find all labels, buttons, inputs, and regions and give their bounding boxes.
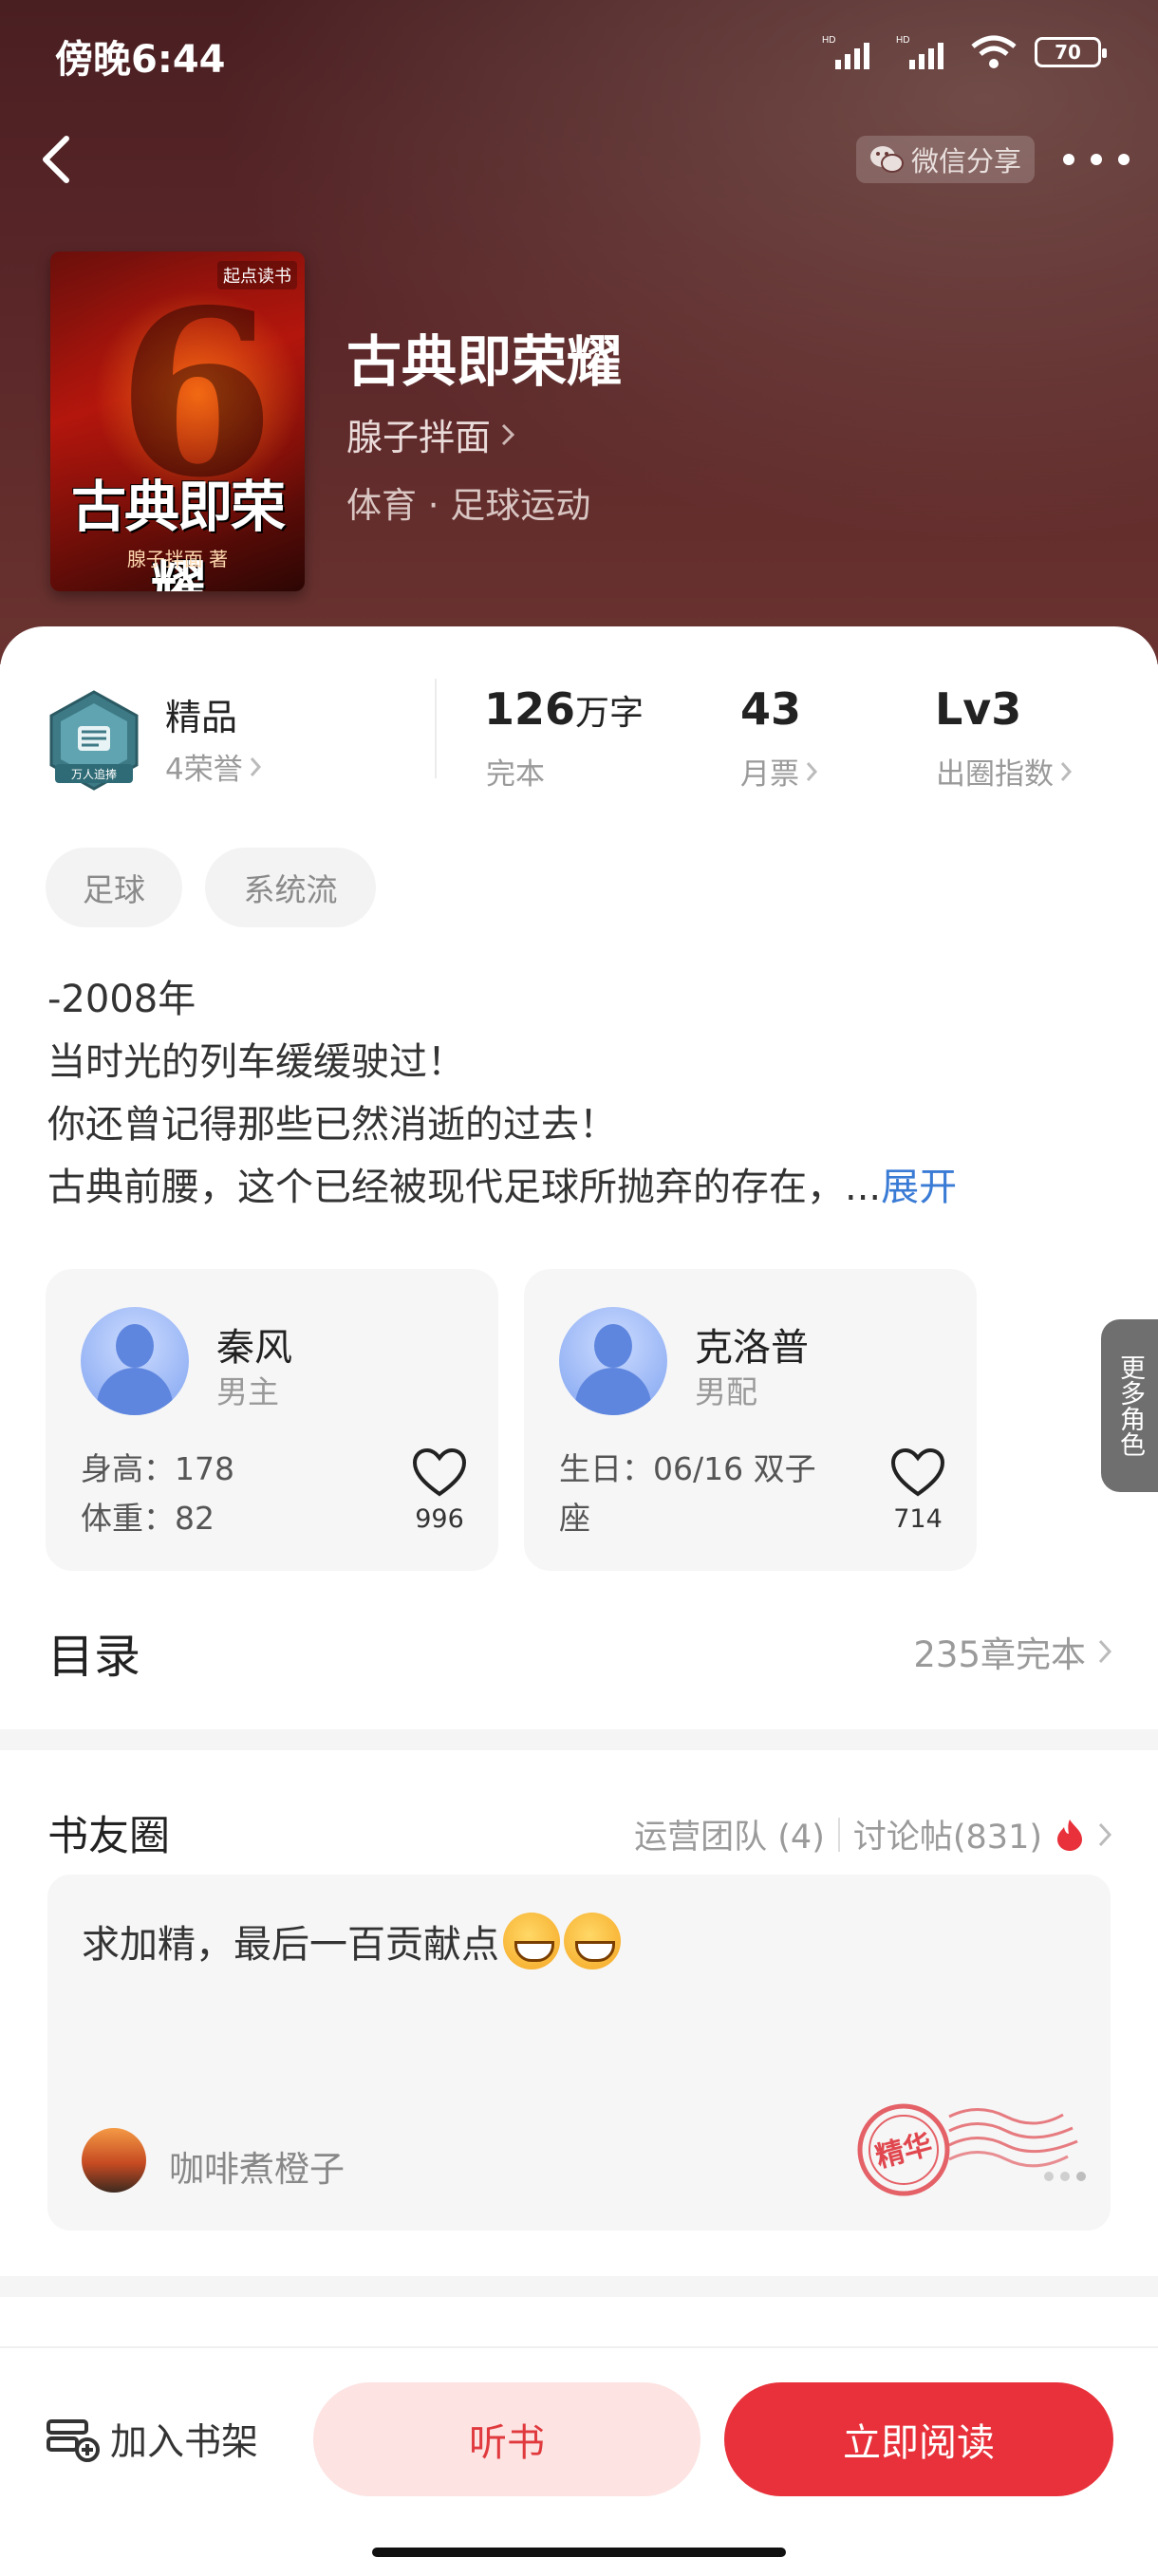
description-line: 古典前腰，这个已经被现代足球所抛弃的存在，...展开 [47,1166,958,1209]
post-author-name[interactable]: 咖啡煮橙子 [169,2140,345,2192]
club-links[interactable]: 运营团队 (4) 讨论帖(831) [634,1810,1112,1858]
chevron-right-icon [1098,1639,1112,1664]
section-divider [0,1729,1158,1750]
home-indicator[interactable] [372,2548,786,2557]
honors-count: 4荣誉 [165,753,243,787]
chevron-left-icon [43,136,69,183]
toc-link[interactable]: 235章完本 [913,1626,1112,1677]
monthly-tickets-link[interactable]: 月票 [740,750,818,793]
svg-text:万人追捧: 万人追捧 [71,767,117,781]
book-cover[interactable]: 起点读书 6 古典即荣耀 腺子拌面 著 [50,252,305,591]
author-name: 腺子拌面 [346,417,492,458]
chevron-right-icon [806,761,818,781]
section-divider [0,2276,1158,2297]
character-name: 秦风 [216,1326,292,1370]
link-separator [837,1817,840,1852]
character-avatar [81,1307,189,1415]
wechat-share-button[interactable]: 微信分享 [856,136,1036,183]
wechat-icon [870,146,904,173]
character-role: 男配 [695,1373,757,1410]
grin-emoji-icon [503,1913,560,1969]
chevron-right-icon [250,756,261,776]
svg-text:精华: 精华 [872,2128,936,2175]
chevron-right-icon [1098,1822,1112,1846]
chapter-count: 235章完本 [913,1634,1086,1675]
chevron-right-icon [1060,761,1073,781]
book-title: 古典即荣耀 [346,329,623,394]
character-name: 克洛普 [695,1326,809,1370]
character-info: 身高：178 体重：82 [81,1450,234,1537]
flame-icon [1057,1819,1082,1851]
character-card[interactable]: 克洛普 男配 生日：06/16 双子 座 714 [524,1269,977,1571]
stats-divider [435,679,437,778]
cover-author: 腺子拌面 著 [126,548,229,570]
featured-post-card[interactable]: 求加精，最后一百贡献点 咖啡煮橙子 精华 [47,1875,1111,2231]
heart-icon[interactable] [411,1445,468,1502]
character-avatar [559,1307,667,1415]
status-icons: HD HD 70 [822,28,1107,76]
description-line: -2008年 [47,978,196,1021]
description-line: 你还曾记得那些已然消逝的过去！ [47,1103,617,1147]
add-to-shelf-button[interactable]: 加入书架 [46,2411,258,2468]
more-dot-icon [1091,154,1102,165]
badge-label: 精品 [165,697,238,738]
monthly-tickets: 43 [740,683,802,735]
honors-link[interactable]: 4荣誉 [165,745,262,788]
like-count: 714 [893,1504,943,1534]
tag-system-flow[interactable]: 系统流 [205,848,376,927]
share-label: 微信分享 [911,145,1022,177]
heart-icon[interactable] [889,1445,946,1502]
bookshelf-add-icon [47,2419,100,2462]
post-text: 求加精，最后一百贡献点 [82,1913,621,1969]
popularity-index-link[interactable]: 出圈指数 [936,750,1073,793]
toc-title: 目录 [47,1630,141,1684]
svg-text:HD: HD [822,35,835,46]
svg-text:HD: HD [896,35,909,46]
grin-emoji-icon [564,1913,621,1969]
operations-team-link[interactable]: 运营团队 (4) [634,1810,825,1858]
premium-badge-icon[interactable]: 万人追捧 [47,690,140,793]
more-dot-icon [1063,154,1074,165]
status-bar: 傍晚6:44 HD HD 70 [0,0,1158,104]
like-count: 996 [415,1504,464,1534]
chevron-right-icon [501,423,515,445]
more-options-button[interactable] [1063,140,1130,178]
discussion-posts-link[interactable]: 讨论帖(831) [853,1810,1042,1858]
read-now-button[interactable]: 立即阅读 [724,2382,1113,2496]
character-info: 生日：06/16 双子 座 [559,1450,816,1537]
word-count: 126万字 [484,683,644,735]
more-roles-label: 更多角色 [1115,1354,1145,1457]
popularity-level: Lv3 [935,683,1022,735]
book-description[interactable]: -2008年 当时光的列车缓缓驶过！ 你还曾记得那些已然消逝的过去！ 古典前腰，… [47,968,1130,1219]
more-dot-icon [1118,154,1130,165]
cover-title: 古典即荣耀 [70,475,286,591]
character-role: 男主 [216,1373,279,1410]
club-title: 书友圈 [47,1813,170,1860]
cellular-signal-icon: HD [822,35,869,69]
author-link[interactable]: 腺子拌面 [346,408,515,460]
character-card[interactable]: 秦风 男主 身高：178 体重：82 996 [46,1269,498,1571]
book-genre: 体育 · 足球运动 [346,485,591,526]
cellular-signal-2-icon: HD [896,35,943,69]
add-shelf-label: 加入书架 [110,2421,259,2464]
completion-status: 完本 [486,757,545,792]
featured-stamp-icon: 精华 [857,2103,1086,2196]
tag-football[interactable]: 足球 [46,848,182,927]
description-line: 当时光的列车缓缓驶过！ [47,1040,465,1084]
battery-indicator: 70 [1035,37,1107,67]
back-button[interactable] [28,131,85,188]
more-roles-button[interactable]: 更多角色 [1101,1319,1158,1492]
listen-button[interactable]: 听书 [313,2382,700,2496]
avatar[interactable] [82,2128,146,2193]
status-time: 傍晚6:44 [55,38,226,82]
wifi-icon [971,35,1017,68]
expand-link[interactable]: 展开 [881,1166,957,1209]
